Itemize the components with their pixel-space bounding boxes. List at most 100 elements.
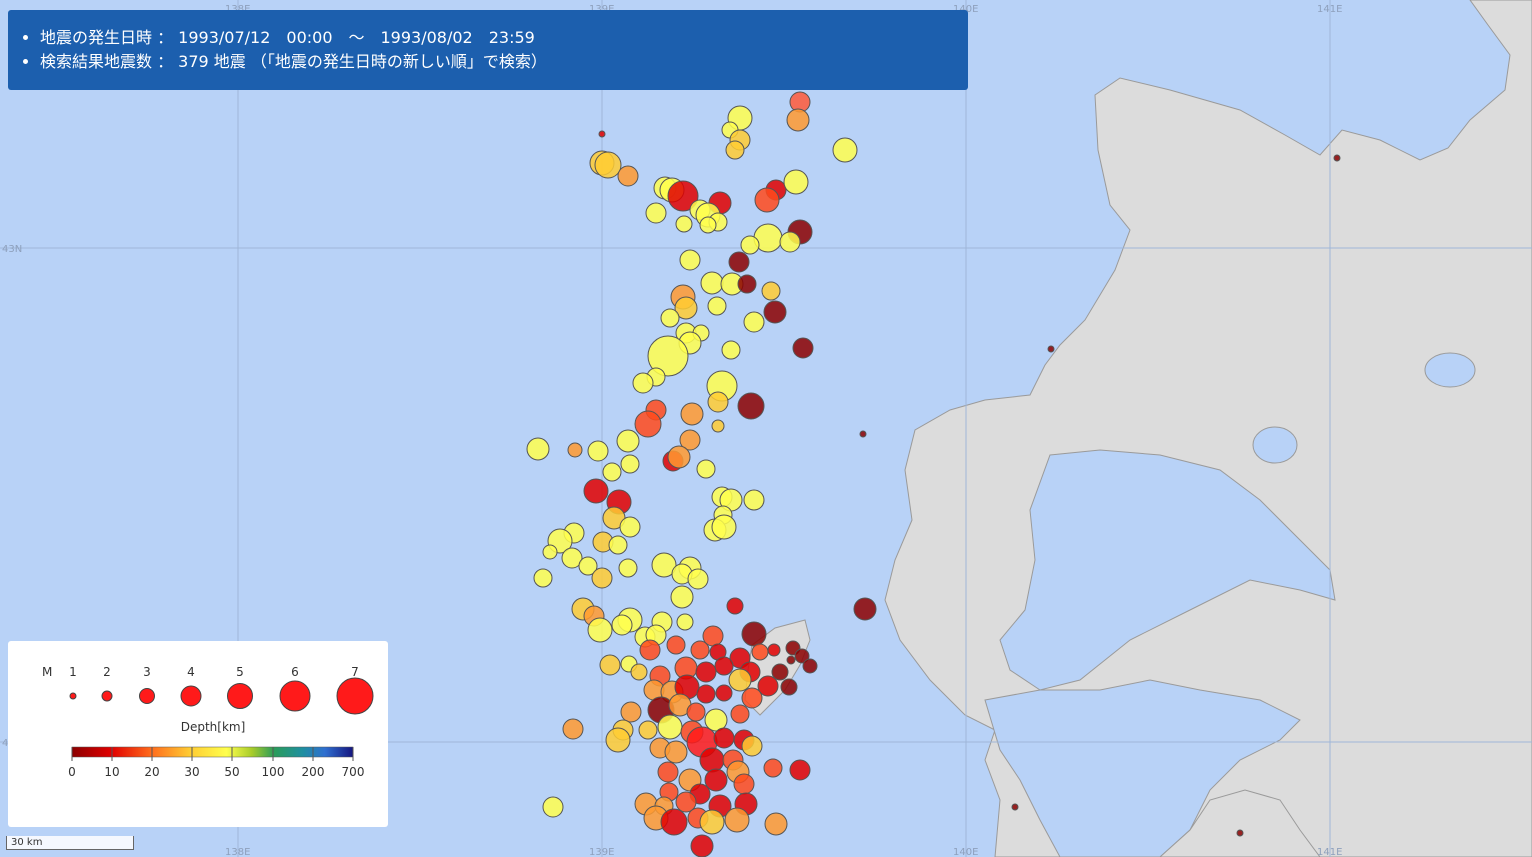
quake-marker[interactable] <box>690 834 714 857</box>
quake-marker[interactable] <box>542 796 564 818</box>
quake-marker[interactable] <box>802 658 818 674</box>
quake-marker[interactable] <box>751 643 769 661</box>
quake-marker[interactable] <box>711 419 725 433</box>
quake-marker[interactable] <box>599 654 621 676</box>
quake-marker[interactable] <box>696 684 716 704</box>
quake-marker[interactable] <box>724 807 750 833</box>
quake-marker[interactable] <box>715 684 733 702</box>
quake-marker[interactable] <box>761 281 781 301</box>
quake-marker[interactable] <box>786 108 810 132</box>
quake-marker[interactable] <box>660 808 688 836</box>
quake-marker[interactable] <box>699 747 725 773</box>
quake-marker[interactable] <box>591 567 613 589</box>
quake-marker[interactable] <box>526 437 550 461</box>
quake-marker[interactable] <box>721 340 741 360</box>
quake-marker[interactable] <box>730 704 750 724</box>
quake-marker[interactable] <box>714 656 734 676</box>
quake-marker[interactable] <box>740 235 760 255</box>
quake-marker[interactable] <box>783 169 809 195</box>
quake-marker[interactable] <box>680 402 704 426</box>
quake-marker[interactable] <box>645 202 667 224</box>
quake-marker[interactable] <box>737 392 765 420</box>
quake-marker[interactable] <box>780 678 798 696</box>
quake-marker[interactable] <box>620 454 640 474</box>
quake-marker[interactable] <box>587 617 613 643</box>
quake-marker[interactable] <box>789 759 811 781</box>
quake-marker[interactable] <box>687 568 709 590</box>
quake-marker[interactable] <box>533 568 553 588</box>
quake-marker[interactable] <box>657 761 679 783</box>
scale-bar-label: 30 km <box>11 837 43 848</box>
quake-marker[interactable] <box>616 429 640 453</box>
quake-marker[interactable] <box>763 300 787 324</box>
quake-marker[interactable] <box>670 585 694 609</box>
quake-marker[interactable] <box>634 410 662 438</box>
quake-marker[interactable] <box>666 635 686 655</box>
quake-marker[interactable] <box>792 337 814 359</box>
quake-marker[interactable] <box>725 140 745 160</box>
quake-marker[interactable] <box>679 249 701 271</box>
quake-marker[interactable] <box>726 597 744 615</box>
quake-marker[interactable] <box>675 215 693 233</box>
quake-marker[interactable] <box>741 621 767 647</box>
quake-marker[interactable] <box>786 655 796 665</box>
quake-marker[interactable] <box>711 514 737 540</box>
quake-marker[interactable] <box>617 165 639 187</box>
quake-marker[interactable] <box>741 687 763 709</box>
quake-marker[interactable] <box>743 489 765 511</box>
quake-marker[interactable] <box>1047 345 1055 353</box>
quake-marker[interactable] <box>767 643 781 657</box>
quake-marker[interactable] <box>696 459 716 479</box>
quake-marker[interactable] <box>602 462 622 482</box>
quake-marker[interactable] <box>690 640 710 660</box>
quake-marker[interactable] <box>737 274 757 294</box>
quake-marker[interactable] <box>743 311 765 333</box>
quake-marker[interactable] <box>779 231 801 253</box>
quake-marker[interactable] <box>664 740 688 764</box>
quake-marker[interactable] <box>618 558 638 578</box>
quake-marker[interactable] <box>699 216 717 234</box>
quake-marker[interactable] <box>638 720 658 740</box>
quake-marker[interactable] <box>660 308 680 328</box>
quake-marker[interactable] <box>695 661 717 683</box>
quake-marker[interactable] <box>583 478 609 504</box>
quake-marker[interactable] <box>567 442 583 458</box>
quake-marker[interactable] <box>676 613 694 631</box>
quake-marker[interactable] <box>542 544 558 560</box>
quake-marker[interactable] <box>764 812 788 836</box>
quake-marker[interactable] <box>620 701 642 723</box>
quake-marker[interactable] <box>728 251 750 273</box>
quake-marker[interactable] <box>608 535 628 555</box>
quake-marker[interactable] <box>587 440 609 462</box>
quake-marker[interactable] <box>700 271 724 295</box>
quake-marker[interactable] <box>598 130 606 138</box>
quake-marker[interactable] <box>853 597 877 621</box>
quake-marker[interactable] <box>1333 154 1341 162</box>
quake-marker[interactable] <box>630 663 648 681</box>
quake-marker[interactable] <box>741 735 763 757</box>
quake-marker[interactable] <box>562 718 584 740</box>
quake-marker[interactable] <box>1011 803 1019 811</box>
quake-marker[interactable] <box>667 445 691 469</box>
quake-marker[interactable] <box>699 809 725 835</box>
quake-marker[interactable] <box>707 296 727 316</box>
quake-marker[interactable] <box>728 668 752 692</box>
quake-marker[interactable] <box>754 187 780 213</box>
quake-marker[interactable] <box>657 714 683 740</box>
search-info-panel: 地震の発生日時 ： 1993/07/12 00:00 ～ 1993/08/02 … <box>8 10 968 90</box>
quake-marker[interactable] <box>619 516 641 538</box>
quake-marker[interactable] <box>733 773 755 795</box>
quake-marker[interactable] <box>713 727 735 749</box>
quake-marker[interactable] <box>686 702 706 722</box>
quake-marker[interactable] <box>594 151 622 179</box>
quake-marker[interactable] <box>611 614 633 636</box>
quake-marker[interactable] <box>832 137 858 163</box>
quake-marker[interactable] <box>1236 829 1244 837</box>
quake-marker[interactable] <box>763 758 783 778</box>
quake-marker[interactable] <box>605 727 631 753</box>
quake-marker[interactable] <box>639 639 661 661</box>
quake-marker[interactable] <box>632 372 654 394</box>
quake-marker[interactable] <box>771 663 789 681</box>
quake-marker[interactable] <box>859 430 867 438</box>
quake-marker[interactable] <box>707 391 729 413</box>
